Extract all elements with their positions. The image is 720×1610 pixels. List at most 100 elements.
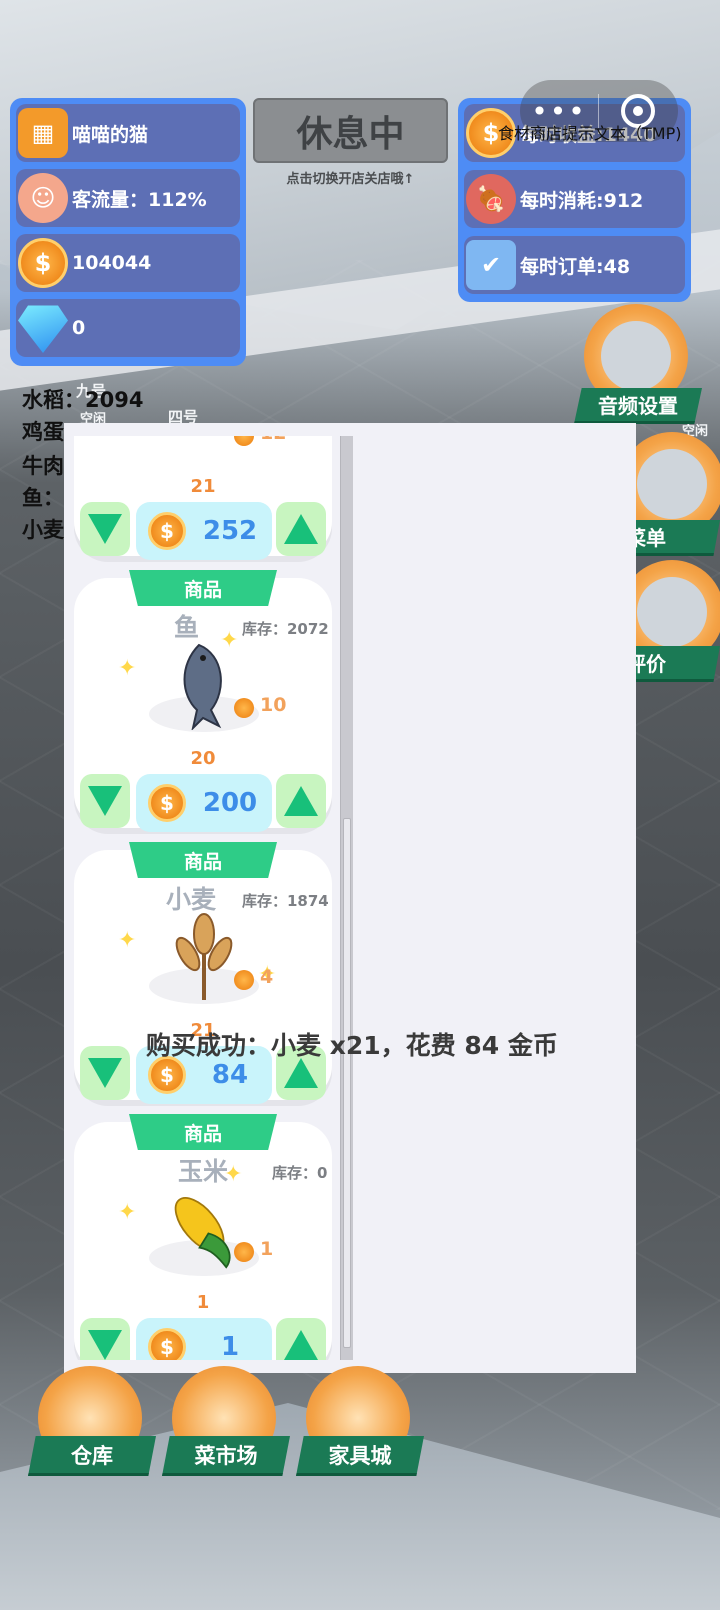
purchase-success-toast: 购买成功：小麦 x21，花费 84 金币 <box>146 1031 558 1060</box>
decrease-button[interactable] <box>80 774 130 828</box>
total-cost-box: $ 252 <box>136 502 272 560</box>
coin-icon <box>234 970 254 990</box>
product-card-fish: 商品 鱼 库存：2072 ✦ ✦ 10 20 $ 200 <box>74 570 332 832</box>
sparkle-icon: ✦ <box>118 928 137 953</box>
purchase-quantity: 1 <box>196 1292 210 1313</box>
gems-value: 0 <box>72 317 86 339</box>
coin-icon <box>234 1242 254 1262</box>
product-stock: 库存：1874 <box>242 892 329 910</box>
arrow-up-icon <box>284 514 318 544</box>
inventory-beef: 牛肉 <box>22 454 64 478</box>
product-card: 12 21 $ 252 <box>74 436 332 560</box>
product-name: 玉米 <box>178 1157 229 1186</box>
quantity-controls: $ 252 <box>80 502 326 560</box>
arrow-down-icon <box>88 1058 122 1088</box>
shop-icon: ▦ <box>18 108 68 158</box>
arrow-up-icon <box>284 1058 318 1088</box>
coin-icon: $ <box>18 238 68 288</box>
ingredient-list[interactable]: 12 21 $ 252 商品 鱼 库存：2072 ✦ ✦ 10 <box>64 436 354 1360</box>
product-card-corn: 商品 玉米 库存：0 ✦ ✦ 1 1 $ 1 <box>74 1114 332 1360</box>
coin-icon: $ <box>148 1328 186 1360</box>
fish-icon <box>164 640 244 730</box>
face-icon: ☺ <box>18 173 68 223</box>
shop-status-toggle-button[interactable]: 休息中 <box>253 98 448 163</box>
gear-icon <box>601 321 671 391</box>
quantity-controls: $ 200 <box>80 774 326 832</box>
product-tag: 商品 <box>129 1114 277 1150</box>
menu-icon <box>637 449 707 519</box>
increase-button[interactable] <box>276 1318 326 1360</box>
quantity-controls: $ 1 <box>80 1318 326 1360</box>
total-cost: 200 <box>202 788 258 818</box>
decrease-button[interactable] <box>80 1318 130 1360</box>
sparkle-icon: ✦ <box>224 1162 243 1187</box>
purchase-quantity: 21 <box>190 476 216 497</box>
market-label: 菜市场 <box>162 1436 290 1476</box>
hourly-consumption-row: 🍖 每时消耗:912 <box>464 170 685 228</box>
purchase-quantity: 20 <box>190 748 216 769</box>
unit-price: 4 <box>260 966 274 988</box>
sparkle-icon: ✦ <box>118 1200 137 1225</box>
price-board-icon <box>637 577 707 647</box>
coins-row: $ 104044 <box>16 234 240 292</box>
arrow-down-icon <box>88 514 122 544</box>
total-cost: 252 <box>202 516 258 546</box>
decrease-button[interactable] <box>80 502 130 556</box>
total-cost: 1 <box>220 1332 240 1360</box>
diamond-icon <box>18 305 68 353</box>
coin-icon <box>234 436 254 446</box>
shop-name-row[interactable]: ▦ 喵喵的猫 <box>16 104 240 162</box>
product-tag: 商品 <box>129 842 277 878</box>
sparkle-icon: ✦ <box>220 628 239 653</box>
shop-name: 喵喵的猫 <box>72 123 149 146</box>
inventory-rice: 水稻：2094 <box>22 388 144 412</box>
increase-button[interactable] <box>276 502 326 556</box>
increase-button[interactable] <box>276 774 326 828</box>
product-stock: 库存：2072 <box>242 620 329 638</box>
arrow-down-icon <box>88 1330 122 1360</box>
traffic-value: 客流量：112% <box>72 188 207 211</box>
unit-price: 10 <box>260 694 287 716</box>
sparkle-icon: ✦ <box>118 656 137 681</box>
gems-row: 0 <box>16 299 240 357</box>
inventory-wheat: 小麦 <box>22 518 64 542</box>
product-name: 小麦 <box>166 885 217 914</box>
coins-value: 104044 <box>72 252 152 274</box>
corn-icon <box>164 1184 244 1274</box>
hourly-consumption: 每时消耗:912 <box>520 189 644 212</box>
clipboard-icon: ✔ <box>466 240 516 290</box>
unit-price: 12 <box>260 436 286 444</box>
arrow-down-icon <box>88 786 122 816</box>
warehouse-label: 仓库 <box>28 1436 156 1476</box>
inventory-egg: 鸡蛋 <box>22 420 64 444</box>
wheat-icon <box>164 912 244 1002</box>
arrow-up-icon <box>284 1330 318 1360</box>
market-button[interactable]: 菜市场 <box>162 1366 290 1476</box>
hourly-orders-row: ✔ 每时订单:48 <box>464 236 685 294</box>
coin-icon <box>234 698 254 718</box>
hourly-orders: 每时订单:48 <box>520 255 631 278</box>
coin-icon: $ <box>148 512 186 550</box>
shop-status-hint: 点击切换开店关店哦↑ <box>286 172 415 187</box>
traffic-row: ☺ 客流量：112% <box>16 169 240 227</box>
product-tag: 商品 <box>129 570 277 606</box>
coin-icon: $ <box>148 784 186 822</box>
shop-hint-text: 食材商店提示文本（TMP) <box>498 124 682 143</box>
inventory-fish: 鱼： <box>22 486 64 510</box>
furniture-store-button[interactable]: 家具城 <box>296 1366 424 1476</box>
decrease-button[interactable] <box>80 1046 130 1100</box>
product-stock: 库存：0 <box>272 1164 328 1182</box>
ingredient-list-scroll[interactable]: 12 21 $ 252 商品 鱼 库存：2072 ✦ ✦ 10 <box>64 436 342 1360</box>
meat-icon: 🍖 <box>466 174 516 224</box>
warehouse-button[interactable]: 仓库 <box>28 1366 156 1476</box>
product-card-wheat: 商品 小麦 库存：1874 ✦ ✦ 4 21 $ 84 <box>74 842 332 1104</box>
total-cost-box: $ 1 <box>136 1318 272 1360</box>
arrow-up-icon <box>284 786 318 816</box>
player-stats-panel: ▦ 喵喵的猫 ☺ 客流量：112% $ 104044 0 <box>10 98 246 366</box>
unit-price: 1 <box>260 1238 274 1260</box>
product-name: 鱼 <box>174 613 200 642</box>
list-scrollbar-thumb[interactable] <box>343 818 351 1348</box>
audio-settings-label: 音频设置 <box>574 388 702 424</box>
furniture-store-label: 家具城 <box>296 1436 424 1476</box>
total-cost-box: $ 200 <box>136 774 272 832</box>
